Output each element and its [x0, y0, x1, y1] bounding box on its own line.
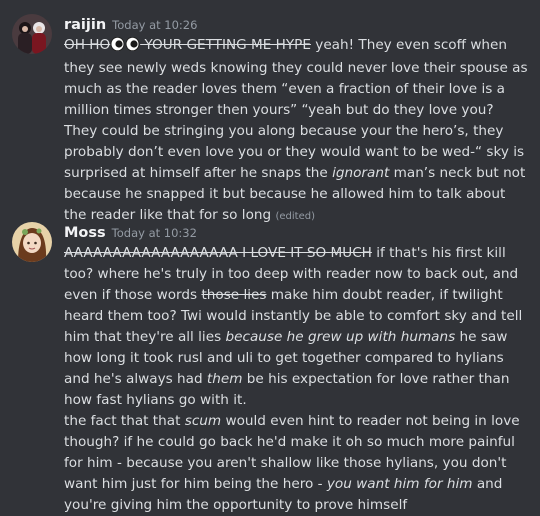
- edited-label: (edited): [275, 211, 315, 222]
- avatar-raijin[interactable]: [12, 14, 52, 54]
- user-avatar-moss-icon: [12, 222, 52, 262]
- message-text: OH HO YOUR GETTING ME HYPE yeah! They ev…: [64, 36, 528, 223]
- strikethrough-text: AAAAAAAAAAAAAAAAAA I LOVE IT SO MUCH: [64, 245, 372, 261]
- user-avatar-raijin-icon: [12, 14, 52, 54]
- timestamp: Today at 10:26: [112, 18, 198, 32]
- timestamp: Today at 10:32: [111, 226, 197, 240]
- strikethrough-text: OH HO YOUR GETTING ME HYPE: [64, 36, 311, 53]
- message-text: AAAAAAAAAAAAAAAAAA I LOVE IT SO MUCH if …: [64, 245, 523, 513]
- eyes-emoji-icon: [110, 36, 140, 58]
- strikethrough-text: those lies: [201, 287, 267, 303]
- avatar-moss[interactable]: [12, 222, 52, 262]
- username[interactable]: Moss: [64, 225, 106, 241]
- username[interactable]: raijin: [64, 17, 106, 33]
